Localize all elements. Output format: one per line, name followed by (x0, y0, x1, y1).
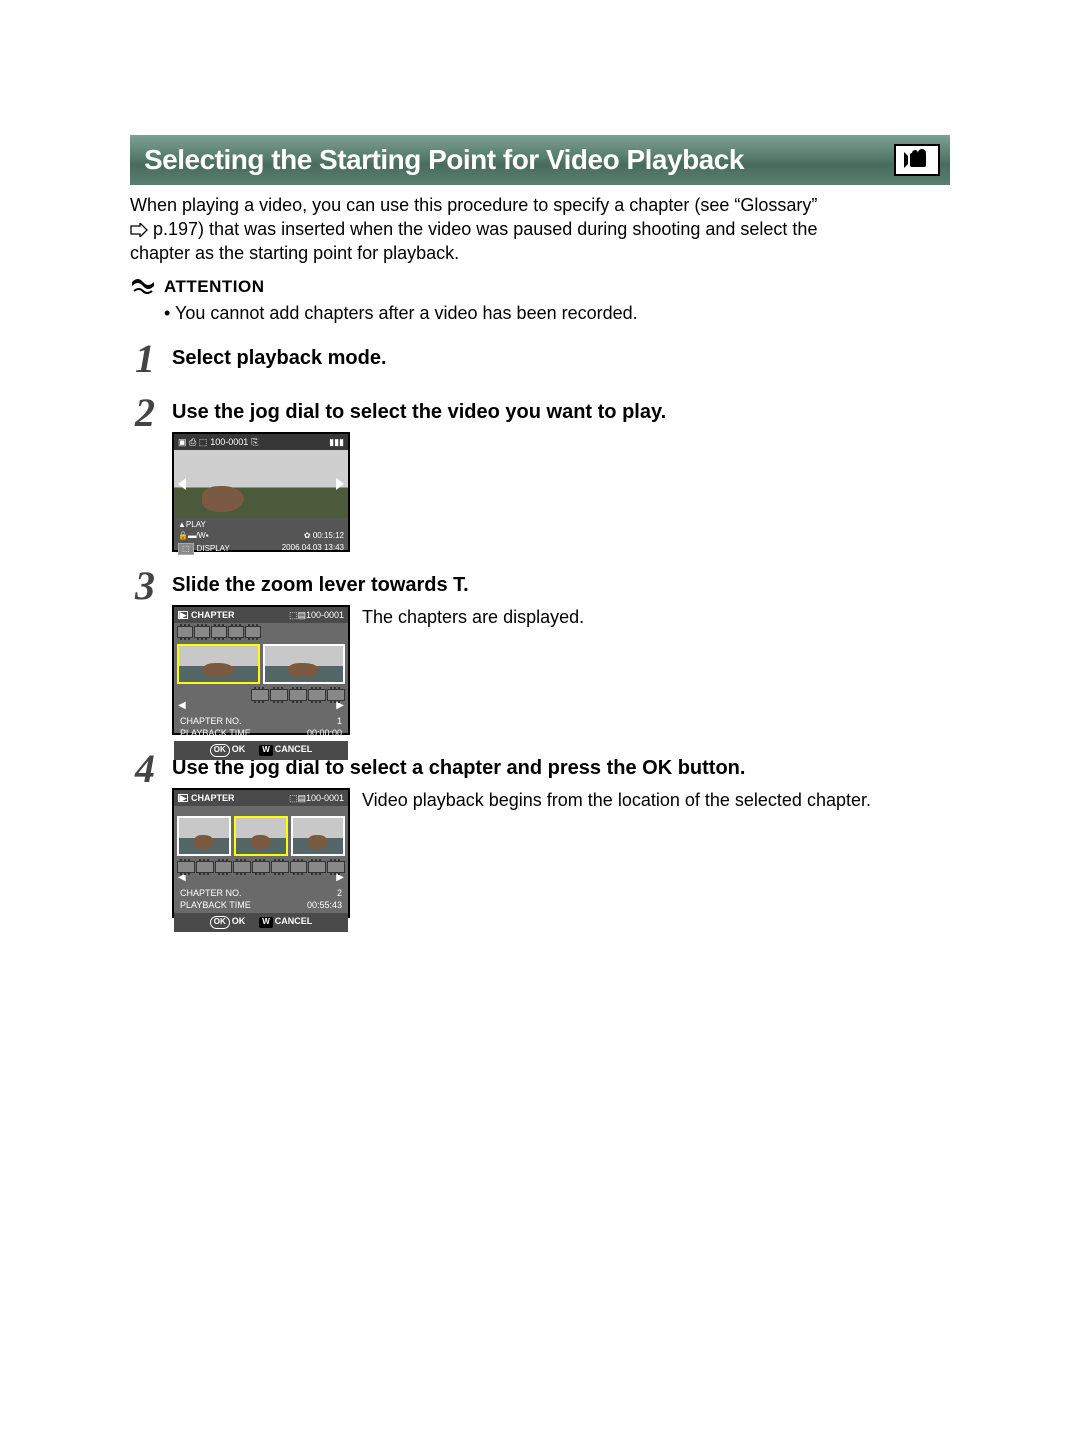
file-number: 100-0001 (306, 610, 344, 620)
step-number: 3 (130, 566, 160, 606)
step-number: 2 (130, 393, 160, 433)
attention-heading: ATTENTION (164, 276, 638, 299)
intro-paragraph: When playing a video, you can use this p… (130, 193, 950, 266)
chapter-header: CHAPTER (191, 792, 235, 804)
playback-time-label: PLAYBACK TIME (180, 899, 251, 911)
intro-line1: When playing a video, you can use this p… (130, 195, 817, 215)
cancel-label: CANCEL (275, 916, 313, 926)
attention-content: ATTENTION • You cannot add chapters afte… (164, 276, 638, 325)
movie-mode-icon (894, 144, 940, 176)
playback-time: 00:55:43 (307, 899, 342, 911)
ok-label: OK (232, 744, 246, 754)
step-number: 1 (130, 339, 160, 379)
play-label: PLAY (186, 520, 206, 529)
playback-time: 00:00:00 (307, 727, 342, 739)
chapter-header: CHAPTER (191, 609, 235, 621)
nav-left-icon (178, 478, 186, 490)
step-3: 3 Slide the zoom lever towards T. ▶CHAPT… (130, 566, 950, 735)
title-bar: Selecting the Starting Point for Video P… (130, 135, 950, 185)
thumbnail-subject (202, 486, 244, 512)
chapter-no: 2 (337, 887, 342, 899)
nav-right-icon (336, 478, 344, 490)
chapter-screen-1: ▶CHAPTER ⬚▤100-0001 ◀▶ CHAPTER NO.1 PLAY… (172, 605, 350, 735)
step-title: Use the jog dial to select the video you… (172, 399, 950, 426)
chapter-no-label: CHAPTER NO. (180, 887, 242, 899)
page-title: Selecting the Starting Point for Video P… (144, 141, 744, 179)
chapter-no: 1 (337, 715, 342, 727)
attention-bullet: • You cannot add chapters after a video … (164, 301, 638, 325)
attention-icon (130, 276, 156, 298)
step-description: Video playback begins from the location … (362, 788, 950, 812)
intro-line2: p.197) that was inserted when the video … (153, 219, 817, 239)
playback-screen: ▣ ⎙ ⬚ 100-0001 ⎘ ▮▮▮ ▲PLAY 🔒▬/W▪✿ 00:15:… (172, 432, 350, 552)
step-2: 2 Use the jog dial to select the video y… (130, 393, 950, 552)
cancel-label: CANCEL (275, 744, 313, 754)
datetime: 2006.04.03 13:43 (282, 543, 344, 555)
playback-time-label: PLAYBACK TIME (180, 727, 251, 739)
step-4: 4 Use the jog dial to select a chapter a… (130, 749, 950, 918)
ok-label: OK (232, 916, 246, 926)
reference-arrow-icon (130, 223, 148, 237)
step-1: 1 Select playback mode. (130, 339, 950, 379)
chapter-no-label: CHAPTER NO. (180, 715, 242, 727)
chapter-screen-2: ▶CHAPTER ⬚▤100-0001 ◀▶ CHAPTER NO.2 PLAY… (172, 788, 350, 918)
step-number: 4 (130, 749, 160, 789)
file-number: 100-0001 (210, 436, 248, 448)
step-description: The chapters are displayed. (362, 605, 950, 629)
attention-block: ATTENTION • You cannot add chapters afte… (130, 276, 950, 325)
intro-line3: chapter as the starting point for playba… (130, 243, 459, 263)
step-title: Select playback mode. (172, 345, 950, 372)
file-number: 100-0001 (306, 793, 344, 803)
step-title: Slide the zoom lever towards T. (172, 572, 950, 599)
duration: 00:15:12 (313, 531, 344, 540)
display-label: DISPLAY (197, 544, 230, 553)
